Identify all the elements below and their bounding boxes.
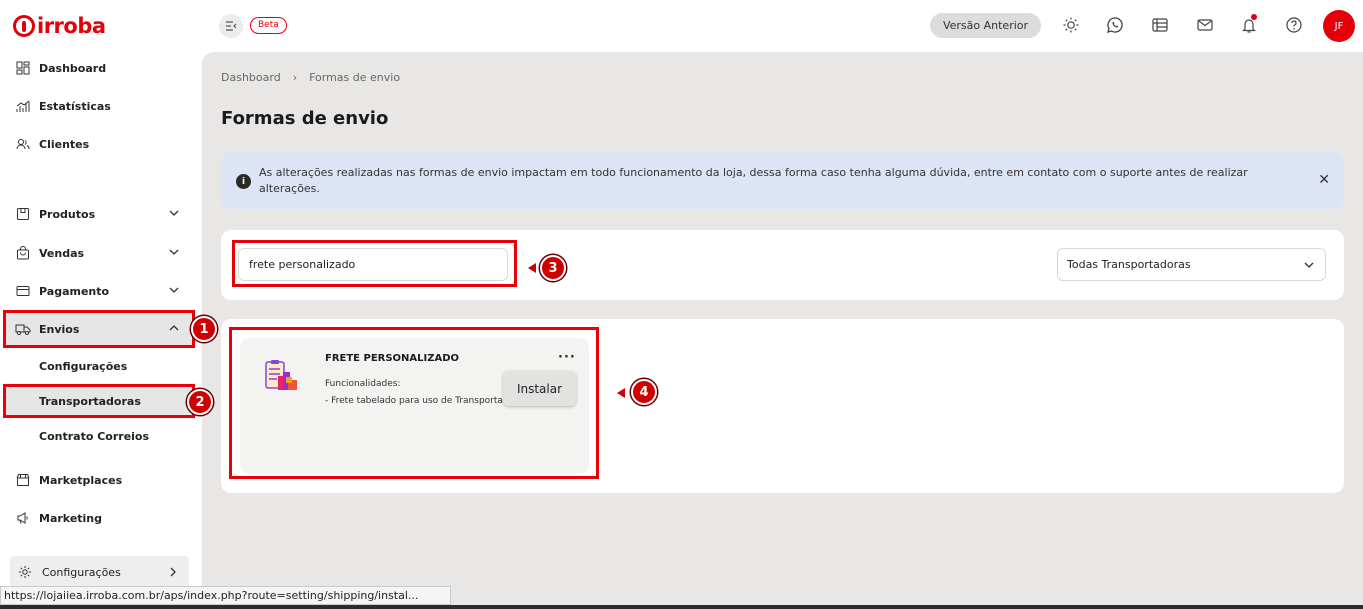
info-alert: i As alterações realizadas nas formas de… <box>221 152 1344 209</box>
sun-icon[interactable] <box>1061 15 1081 35</box>
store-icon <box>15 472 31 488</box>
whatsapp-icon[interactable] <box>1105 15 1125 35</box>
mail-icon[interactable] <box>1195 15 1215 35</box>
alert-message: As alterações realizadas nas formas de e… <box>259 166 1248 195</box>
sidebar-item-pagamento[interactable]: Pagamento <box>15 280 185 302</box>
arrow-icon <box>617 388 625 398</box>
irroba-logo[interactable]: irroba <box>13 13 106 39</box>
arrow-icon <box>528 263 536 273</box>
sidebar-subitem-contrato-correios[interactable]: Contrato Correios <box>39 430 149 443</box>
beta-badge: Beta <box>250 17 287 34</box>
step-badge-2: 2 <box>187 389 213 415</box>
browser-status-url: https://lojaiiea.irroba.com.br/aps/index… <box>0 586 451 605</box>
sidebar-item-label: Marketplaces <box>39 473 123 487</box>
sidebar-item-configuracoes[interactable]: Configurações <box>10 556 189 588</box>
chevron-right-icon <box>170 567 176 577</box>
breadcrumb: Dashboard › Formas de envio <box>221 71 400 84</box>
dashboard-icon <box>15 60 31 76</box>
breadcrumb-current: Formas de envio <box>309 71 401 84</box>
sidebar-item-label: Estatísticas <box>39 99 111 113</box>
previous-version-button[interactable]: Versão Anterior <box>930 13 1041 38</box>
bell-icon[interactable] <box>1239 14 1259 35</box>
info-icon: i <box>236 174 251 189</box>
chevron-down-icon <box>169 210 179 216</box>
highlight-app-card <box>229 327 599 479</box>
chevron-down-icon <box>169 287 179 293</box>
logo-text: irroba <box>37 14 106 38</box>
bag-icon <box>15 245 31 261</box>
collapse-sidebar-button[interactable] <box>219 14 243 38</box>
gear-icon <box>18 564 34 580</box>
sidebar-item-label: Pagamento <box>39 284 110 298</box>
highlight-envios <box>3 310 195 348</box>
sidebar-item-vendas[interactable]: Vendas <box>15 242 185 264</box>
menu-collapse-icon <box>226 21 237 31</box>
sidebar-item-marketing[interactable]: Marketing <box>15 507 185 529</box>
sidebar-item-label: Dashboard <box>39 61 107 75</box>
user-avatar[interactable]: JF <box>1323 10 1355 42</box>
sidebar-item-label: Produtos <box>39 207 96 221</box>
chart-icon <box>15 98 31 114</box>
top-bar: irroba Beta Versão Anterior JF <box>0 0 1363 52</box>
step-badge-4: 4 <box>631 379 657 405</box>
sidebar-item-marketplaces[interactable]: Marketplaces <box>15 469 185 491</box>
chevron-down-icon <box>1304 262 1314 268</box>
carrier-select-value: Todas Transportadoras <box>1067 258 1191 271</box>
sidebar-item-label: Marketing <box>39 511 103 525</box>
step-badge-1: 1 <box>191 316 217 342</box>
breadcrumb-separator: › <box>292 71 298 84</box>
card-icon <box>15 283 31 299</box>
breadcrumb-dashboard[interactable]: Dashboard <box>221 71 281 84</box>
notification-dot <box>1251 14 1257 20</box>
page-title: Formas de envio <box>221 108 389 129</box>
highlight-search <box>232 240 517 287</box>
step-badge-3: 3 <box>540 255 566 281</box>
megaphone-icon <box>15 510 31 526</box>
sidebar-item-clientes[interactable]: Clientes <box>15 133 185 155</box>
carrier-select[interactable]: Todas Transportadoras <box>1057 248 1326 281</box>
sidebar-item-label: Vendas <box>39 246 85 260</box>
sidebar-item-estatisticas[interactable]: Estatísticas <box>15 95 185 117</box>
close-icon[interactable]: ✕ <box>1318 172 1330 188</box>
users-icon <box>15 136 31 152</box>
sidebar-item-produtos[interactable]: Produtos <box>15 203 185 225</box>
chevron-down-icon <box>169 249 179 255</box>
sidebar-item-label: Configurações <box>42 565 121 579</box>
box-icon <box>15 206 31 222</box>
bottom-border <box>0 605 1363 609</box>
sidebar-item-dashboard[interactable]: Dashboard <box>15 57 185 79</box>
sidebar-item-label: Clientes <box>39 137 90 151</box>
highlight-transportadoras <box>3 384 195 418</box>
calendar-icon[interactable] <box>1150 15 1170 35</box>
logo-icon <box>13 15 35 37</box>
help-icon[interactable] <box>1284 15 1304 35</box>
sidebar-subitem-configuracoes[interactable]: Configurações <box>39 360 127 373</box>
